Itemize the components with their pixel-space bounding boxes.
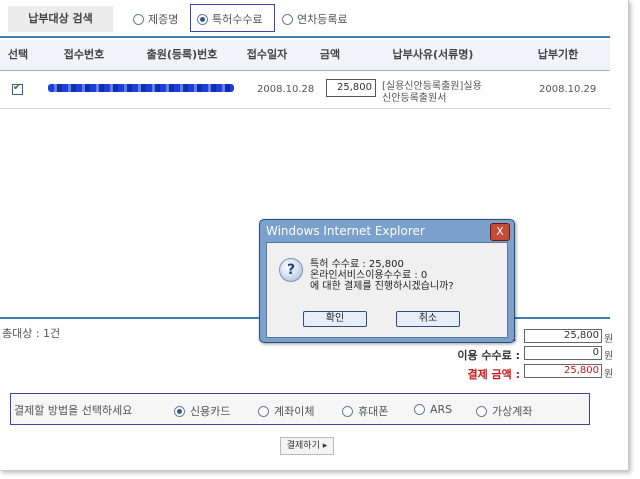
radio-annual-fee[interactable]: 연차등록료 [282,10,348,28]
receipt-date: 2008.10.28 [257,84,315,95]
table-top-border [0,36,610,38]
pay-option-label: 계좌이체 [274,405,315,418]
total-count: 총대상 : 1건 [2,327,61,340]
question-icon: ? [279,258,303,282]
radio-icon[interactable] [258,405,269,417]
amount-field[interactable]: 25,800 [326,79,376,97]
radio-label: 연차등록료 [297,13,348,26]
close-icon[interactable]: X [490,223,510,241]
radio-icon[interactable] [282,13,293,25]
col-application-no: 출원(등록)번호 [146,48,218,61]
ok-button[interactable]: 확인 [303,311,367,327]
radio-certificate[interactable]: 제증명 [133,10,178,28]
radio-icon[interactable] [476,405,487,417]
payment-method-label: 결제할 방법을 선택하세요 [14,404,133,417]
pay-button[interactable]: 결제하기 ▸ [280,437,334,455]
radio-icon[interactable] [342,405,353,417]
pay-option-transfer[interactable]: 계좌이체 [258,403,314,419]
radio-icon[interactable] [133,13,144,25]
pay-option-label: 신용카드 [190,405,231,418]
payment-amount-field: 25,800 [524,364,602,378]
col-select: 선택 [7,48,29,61]
redacted-numbers [48,84,234,92]
usage-fee-label: 이용 수수료 : [457,349,520,362]
search-label: 납부대상 검색 [8,6,113,32]
currency-unit: 원 [604,351,614,362]
highlight-box [190,4,275,32]
fee-total-field: 25,800 [524,329,602,343]
pay-option-phone[interactable]: 휴대폰 [342,403,388,419]
pay-option-virtual-account[interactable]: 가상계좌 [476,403,532,419]
pay-option-label: 휴대폰 [358,405,389,418]
col-receipt-no: 접수번호 [63,48,105,61]
pay-option-ars[interactable]: ARS [414,403,452,416]
radio-icon[interactable] [174,405,185,417]
col-reason: 납부사유(서류명) [392,48,474,61]
dialog-line3: 에 대한 결제를 진행하시겠습니까? [310,281,454,292]
currency-unit: 원 [604,334,614,345]
dialog-title: Windows Internet Explorer [266,224,425,238]
cancel-button[interactable]: 취소 [396,311,460,327]
col-receipt-date: 접수일자 [246,48,288,61]
table-header: 선택 접수번호 출원(등록)번호 접수일자 금액 납부사유(서류명) 납부기한 [0,40,610,71]
col-amount: 금액 [319,48,341,61]
radio-label: 제증명 [148,13,179,26]
row-checkbox[interactable] [12,82,23,95]
due-date: 2008.10.29 [539,84,597,95]
pay-option-label: 가상계좌 [492,405,533,418]
reason-line2: 신안등록출원서 [382,93,447,104]
col-due-date: 납부기한 [537,48,579,61]
pay-option-label: ARS [430,403,453,416]
usage-fee-field: 0 [524,346,602,360]
currency-unit: 원 [604,369,614,380]
pay-option-card[interactable]: 신용카드 [174,403,230,419]
payment-amount-label: 결제 금액 : [467,368,520,381]
radio-icon[interactable] [414,404,425,415]
